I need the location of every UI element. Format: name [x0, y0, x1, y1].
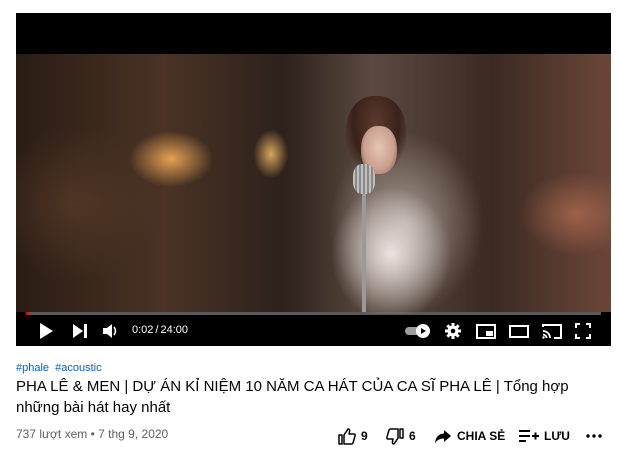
next-button[interactable] — [70, 321, 90, 341]
video-frame[interactable] — [16, 54, 611, 314]
volume-button[interactable] — [101, 321, 121, 341]
save-label: LƯU — [544, 429, 570, 443]
volume-icon — [103, 324, 117, 338]
like-button[interactable]: 9 — [338, 425, 368, 447]
share-label: CHIA SẺ — [457, 429, 506, 443]
settings-button[interactable] — [443, 321, 463, 341]
thumbs-down-icon — [386, 427, 404, 445]
miniplayer-button[interactable] — [474, 321, 498, 341]
current-time: 0:02 — [132, 324, 154, 336]
autoplay-toggle[interactable] — [404, 321, 432, 341]
player-controls: 0:02/24:00 — [16, 315, 611, 346]
next-icon — [73, 324, 87, 338]
share-icon — [435, 429, 451, 443]
gear-icon — [445, 323, 461, 339]
view-count: 737 lượt xem — [16, 427, 88, 441]
play-icon — [40, 323, 53, 339]
duration: 24:00 — [160, 324, 189, 336]
play-button[interactable] — [36, 321, 56, 341]
fullscreen-button[interactable] — [572, 321, 594, 341]
save-button[interactable]: LƯU — [519, 425, 570, 447]
more-actions-button[interactable] — [586, 425, 607, 447]
cast-icon — [542, 324, 562, 339]
singer-figure — [306, 144, 476, 314]
hashtags: #phale #acoustic — [16, 362, 105, 374]
video-meta: 737 lượt xem • 7 thg 9, 2020 — [16, 427, 168, 441]
hashtag-link[interactable]: #phale — [16, 362, 49, 374]
fullscreen-icon — [575, 323, 591, 339]
autoplay-toggle-icon — [405, 324, 430, 338]
mic-stand — [362, 192, 366, 312]
video-player[interactable]: 0:02/24:00 — [16, 13, 611, 346]
thumbs-up-icon — [338, 427, 356, 445]
dislike-button[interactable]: 6 — [386, 425, 416, 447]
miniplayer-icon — [476, 323, 496, 339]
cast-button[interactable] — [540, 321, 564, 341]
microphone — [353, 164, 375, 194]
theater-mode-icon — [509, 324, 529, 338]
playlist-add-icon — [519, 430, 539, 442]
like-count: 9 — [361, 429, 368, 443]
time-display: 0:02/24:00 — [132, 324, 188, 336]
time-separator: / — [155, 324, 159, 336]
dislike-count: 6 — [409, 429, 416, 443]
more-icon — [586, 434, 602, 438]
upload-date: 7 thg 9, 2020 — [98, 427, 169, 441]
share-button[interactable]: CHIA SẺ — [434, 425, 505, 447]
hashtag-link[interactable]: #acoustic — [55, 362, 101, 374]
theater-mode-button[interactable] — [507, 321, 531, 341]
video-title: PHA LÊ & MEN | DỰ ÁN KỈ NIỆM 10 NĂM CA H… — [16, 378, 569, 416]
meta-dot: • — [90, 427, 95, 441]
